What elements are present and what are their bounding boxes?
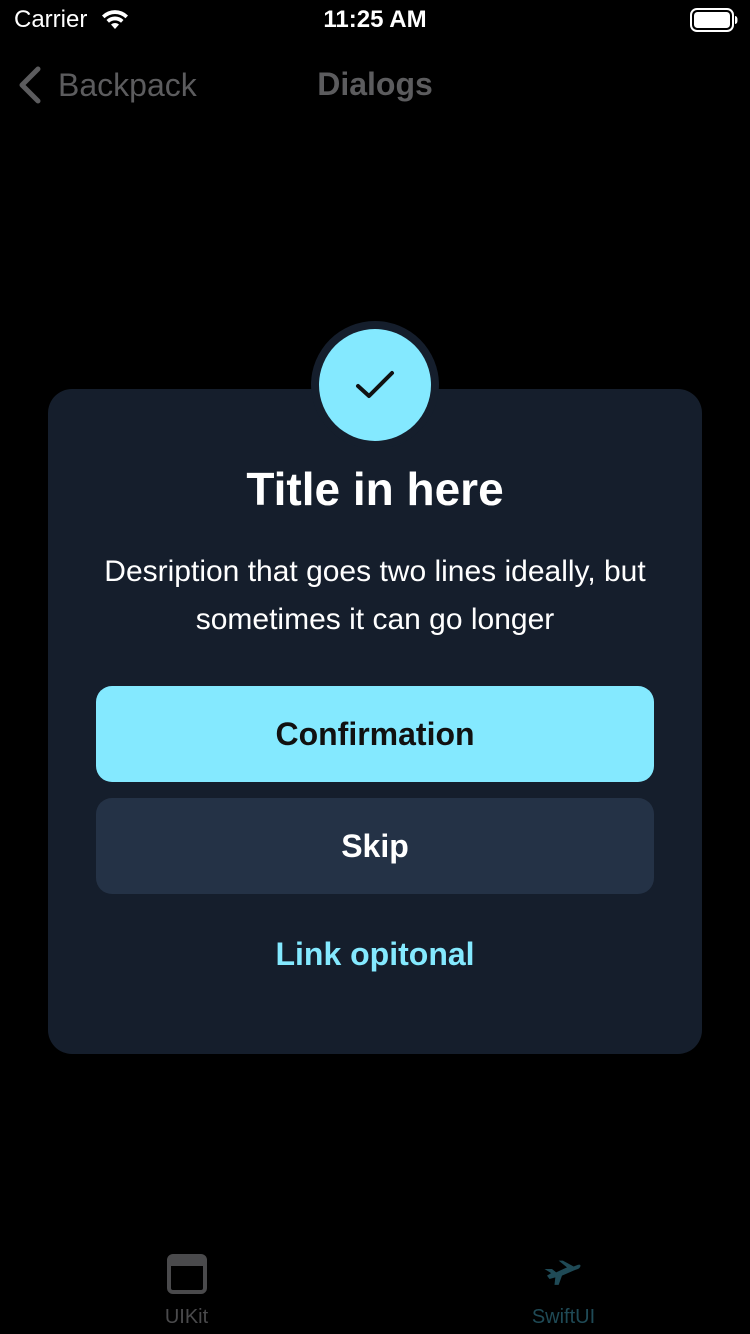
tab-swiftui[interactable]: SwiftUI [375,1240,750,1334]
confirmation-button[interactable]: Confirmation [96,686,654,782]
tab-label-uikit: UIKit [164,1306,209,1328]
page-title: Dialogs [317,66,433,102]
airplane-icon [544,1260,581,1285]
dialog-description: Desription that goes two lines ideally, … [104,555,646,636]
optional-link[interactable]: Link opitonal [48,936,702,973]
status-bar: Carrier 11:25 AM [0,0,750,40]
tab-uikit[interactable]: UIKit [0,1240,375,1334]
skip-button[interactable]: Skip [96,798,654,894]
checkmark-icon [356,371,394,398]
battery-icon [690,8,738,32]
navigation-bar: Backpack Dialogs [0,50,750,120]
tab-label-swiftui: SwiftUI [531,1306,596,1328]
dialog-title: Title in here [246,463,504,515]
dialog-icon-badge [319,329,431,441]
tab-bar: UIKit SwiftUI [0,1240,750,1334]
window-icon [167,1254,207,1294]
clock: 11:25 AM [323,6,427,33]
